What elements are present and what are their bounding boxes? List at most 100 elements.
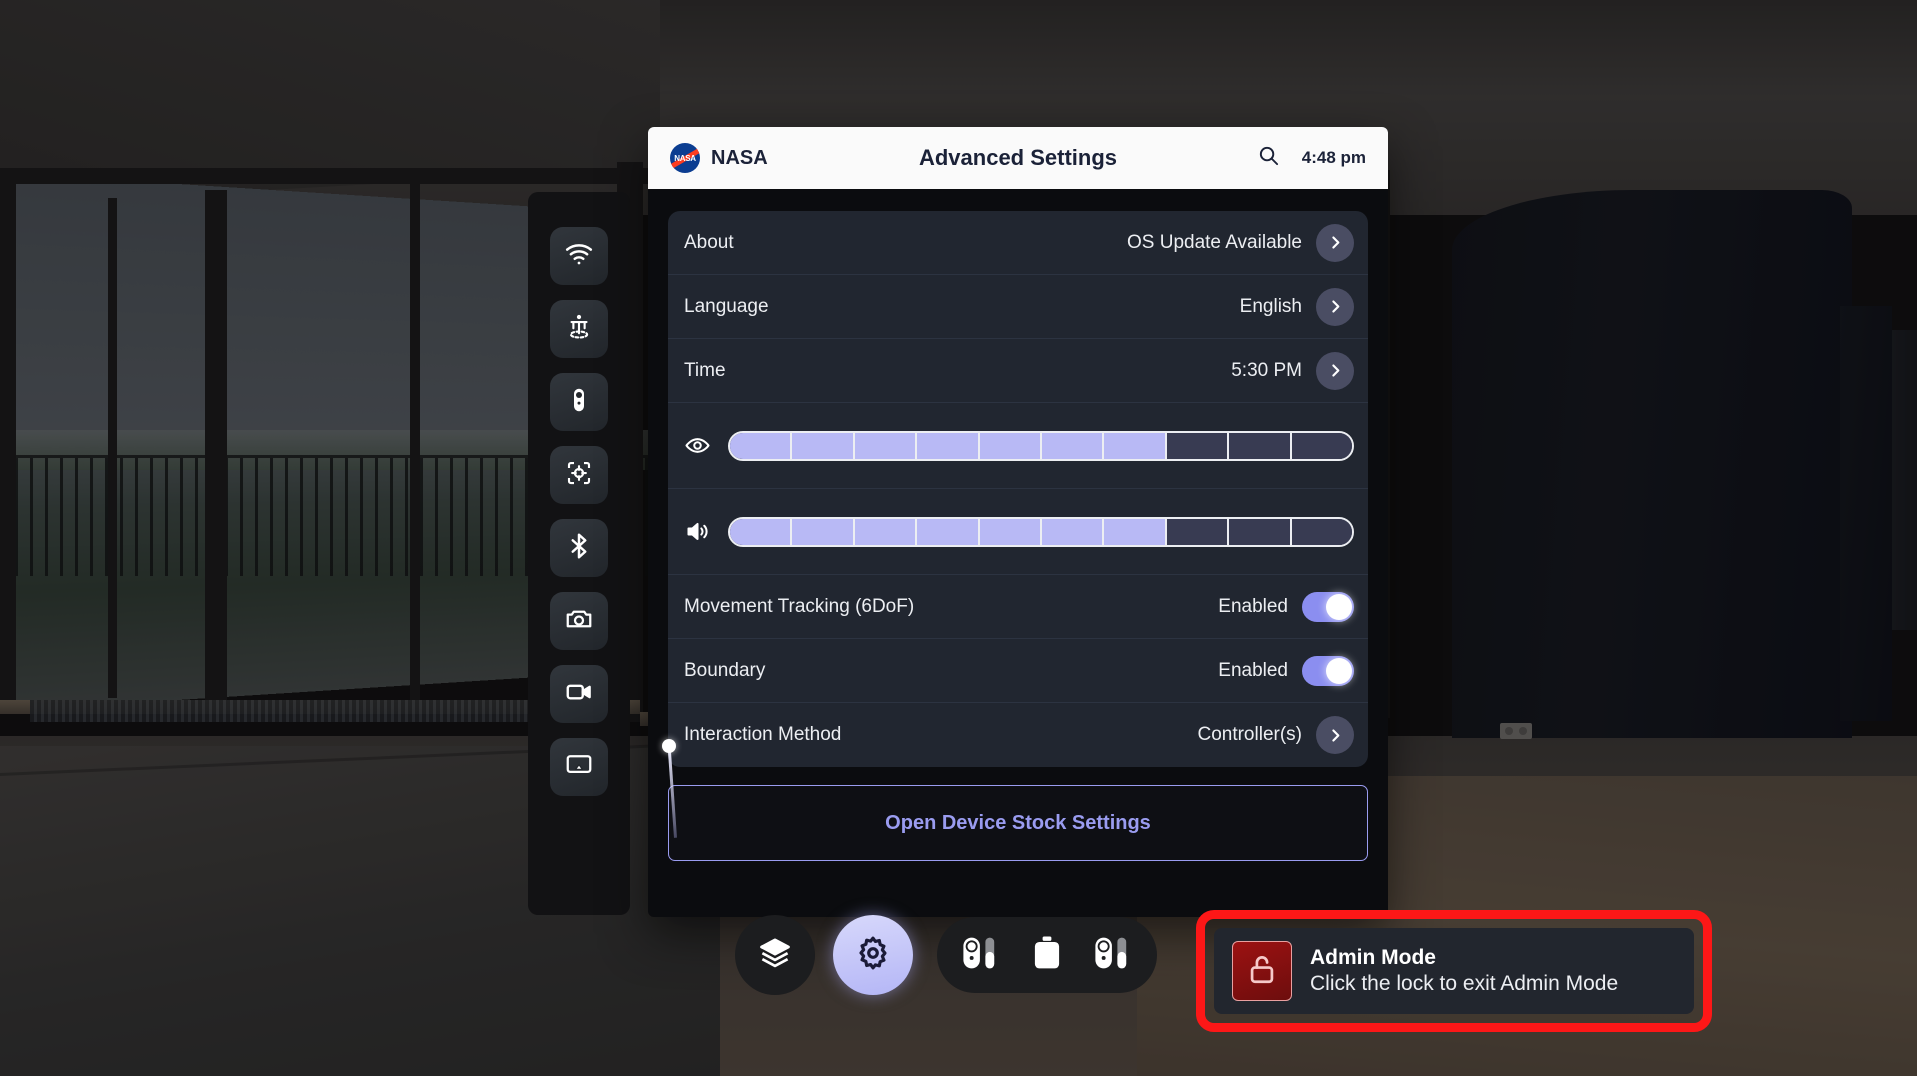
slider-segment[interactable] (917, 518, 980, 545)
slider-segment[interactable] (792, 518, 855, 545)
admin-toast-text: Admin Mode Click the lock to exit Admin … (1310, 946, 1618, 996)
chevron-right-icon[interactable] (1316, 716, 1354, 754)
slider-segment[interactable] (1229, 432, 1292, 459)
slider-segment[interactable] (1042, 432, 1105, 459)
settings-row-language[interactable]: Language English (668, 275, 1368, 339)
wifi-icon (564, 239, 594, 274)
volume-slider-track[interactable] (728, 516, 1354, 547)
row-right: Enabled (1218, 655, 1354, 686)
settings-card: About OS Update Available Language Engli… (668, 211, 1368, 767)
row-value: Enabled (1218, 595, 1288, 617)
laser-pointer-cursor (662, 739, 676, 753)
layers-icon (757, 935, 793, 976)
slider-segment[interactable] (1042, 518, 1105, 545)
slider-segment[interactable] (1291, 518, 1352, 545)
admin-toast-subtitle: Click the lock to exit Admin Mode (1310, 972, 1619, 995)
tool-button-recenter[interactable] (550, 446, 608, 504)
slider-segment[interactable] (854, 518, 918, 545)
row-value: Enabled (1218, 659, 1288, 681)
boundary-icon (564, 312, 594, 347)
panel-body: About OS Update Available Language Engli… (648, 189, 1388, 917)
slider-segment[interactable] (979, 432, 1043, 459)
titlebar-right-group: 4:48 pm (1257, 144, 1366, 172)
row-label: Movement Tracking (6DoF) (684, 595, 915, 617)
admin-mode-alert-border: Admin Mode Click the lock to exit Admin … (1196, 910, 1712, 1032)
slider-segment[interactable] (1166, 518, 1230, 545)
bluetooth-icon (564, 531, 594, 566)
row-right: Controller(s) (1197, 716, 1354, 754)
slider-segment[interactable] (1166, 432, 1230, 459)
chevron-right-icon[interactable] (1316, 287, 1354, 326)
tool-button-cast[interactable] (550, 738, 608, 796)
recenter-icon (564, 458, 594, 493)
row-right: Enabled (1218, 591, 1354, 622)
settings-row-interaction-method[interactable]: Interaction Method Controller(s) (668, 703, 1368, 767)
boundary-toggle[interactable] (1302, 655, 1354, 686)
settings-button[interactable] (833, 915, 913, 995)
tool-button-boundary[interactable] (550, 300, 608, 358)
unlocked-padlock-icon (1245, 952, 1279, 991)
settings-row-about[interactable]: About OS Update Available (668, 211, 1368, 275)
slider-segment[interactable] (917, 432, 980, 459)
admin-lock-button[interactable] (1232, 941, 1292, 1001)
open-device-stock-settings-button[interactable]: Open Device Stock Settings (668, 785, 1368, 861)
video-icon (564, 677, 594, 712)
slider-segment[interactable] (1229, 518, 1292, 545)
tool-button-bluetooth[interactable] (550, 519, 608, 577)
tool-button-record-video[interactable] (550, 665, 608, 723)
chevron-right-icon[interactable] (1316, 351, 1354, 390)
nasa-meatball-logo: NASA (670, 143, 700, 173)
row-right: English (1239, 287, 1354, 326)
bottom-dock (735, 915, 1157, 995)
settings-row-movement-tracking[interactable]: Movement Tracking (6DoF) Enabled (668, 575, 1368, 639)
row-right: OS Update Available (1127, 223, 1354, 262)
movement-tracking-toggle[interactable] (1302, 591, 1354, 622)
row-label: Boundary (684, 659, 766, 681)
brand-name: NASA (711, 146, 768, 169)
slider-segment[interactable] (792, 432, 855, 459)
slider-segment[interactable] (979, 518, 1043, 545)
settings-row-volume[interactable] (668, 489, 1368, 575)
toggle-knob (1326, 593, 1352, 620)
row-value: English (1239, 295, 1302, 317)
row-label: Language (684, 295, 769, 317)
cast-icon (564, 750, 594, 785)
clock-time: 4:48 pm (1301, 148, 1366, 167)
tool-button-camera[interactable] (550, 592, 608, 650)
row-value: Controller(s) (1197, 724, 1302, 745)
eye-icon (684, 432, 728, 459)
settings-row-boundary[interactable]: Boundary Enabled (668, 639, 1368, 703)
tool-button-wifi[interactable] (550, 227, 608, 285)
settings-row-time[interactable]: Time 5:30 PM (668, 339, 1368, 403)
slider-segment[interactable] (730, 518, 793, 545)
slider-segment[interactable] (1291, 432, 1352, 459)
brightness-slider-track[interactable] (728, 430, 1354, 461)
row-value: 5:30 PM (1231, 359, 1302, 381)
gear-icon (854, 934, 892, 977)
left-controller-battery-icon (959, 931, 1003, 980)
battery-status-pill[interactable] (937, 917, 1157, 993)
vr-tool-dock (528, 192, 630, 915)
panel-titlebar: NASA NASA Advanced Settings 4:48 pm (648, 127, 1388, 189)
slider-segment[interactable] (1104, 518, 1167, 545)
settings-row-brightness[interactable] (668, 403, 1368, 489)
tool-button-controller[interactable] (550, 373, 608, 431)
chevron-right-icon[interactable] (1316, 223, 1354, 262)
slider-segment[interactable] (730, 432, 793, 459)
row-right: 5:30 PM (1231, 351, 1354, 390)
layers-button[interactable] (735, 915, 815, 995)
slider-segment[interactable] (854, 432, 918, 459)
row-label: About (684, 231, 734, 253)
toggle-knob (1326, 657, 1352, 684)
admin-mode-toast[interactable]: Admin Mode Click the lock to exit Admin … (1214, 928, 1694, 1014)
search-icon[interactable] (1257, 144, 1280, 172)
camera-icon (564, 604, 594, 639)
controller-icon (564, 385, 594, 420)
slider-segment[interactable] (1104, 432, 1167, 459)
headset-battery-icon (1025, 931, 1069, 980)
advanced-settings-panel: NASA NASA Advanced Settings 4:48 pm Abou… (648, 127, 1388, 917)
speaker-icon (684, 518, 728, 545)
row-value: OS Update Available (1127, 231, 1302, 253)
nasa-logo-text: NASA (674, 153, 696, 163)
row-label: Time (684, 359, 726, 381)
